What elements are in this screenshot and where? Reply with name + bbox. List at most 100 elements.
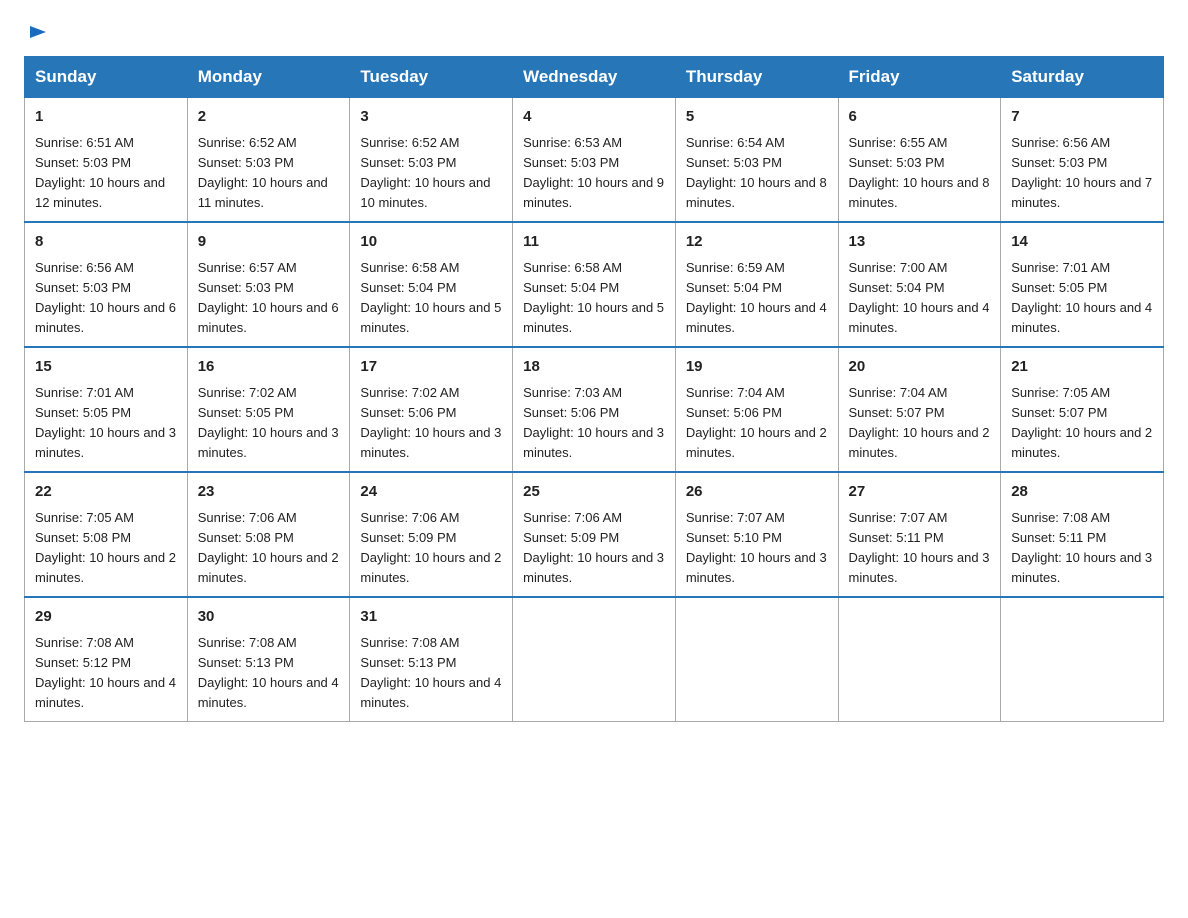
calendar-cell: 3 Sunrise: 6:52 AMSunset: 5:03 PMDaylight… — [350, 98, 513, 223]
calendar-cell: 12 Sunrise: 6:59 AMSunset: 5:04 PMDayligh… — [675, 222, 838, 347]
day-info: Sunrise: 6:58 AMSunset: 5:04 PMDaylight:… — [523, 258, 665, 339]
day-number: 2 — [198, 106, 340, 129]
calendar-cell: 7Sunrise: 6:56 AMSunset: 5:03 PMDaylight… — [1001, 98, 1164, 223]
day-info: Sunrise: 7:07 AMSunset: 5:10 PMDaylight:… — [686, 508, 828, 589]
day-number: 15 — [35, 356, 177, 379]
day-number: 9 — [198, 231, 340, 254]
weekday-header-tuesday: Tuesday — [350, 57, 513, 98]
calendar-cell: 23Sunrise: 7:06 AMSunset: 5:08 PMDayligh… — [187, 472, 350, 597]
day-number: 3 — [360, 106, 502, 129]
day-number: 5 — [686, 106, 828, 129]
day-info: Sunrise: 7:08 AMSunset: 5:12 PMDaylight:… — [35, 633, 177, 714]
calendar-cell: 31 Sunrise: 7:08 AMSunset: 5:13 PMDayligh… — [350, 597, 513, 722]
day-info: Sunrise: 7:02 AMSunset: 5:06 PMDaylight:… — [360, 383, 502, 464]
calendar-cell: 30 Sunrise: 7:08 AMSunset: 5:13 PMDayligh… — [187, 597, 350, 722]
weekday-header-thursday: Thursday — [675, 57, 838, 98]
day-info: Sunrise: 7:04 AMSunset: 5:07 PMDaylight:… — [849, 383, 991, 464]
day-info: Sunrise: 6:54 AMSunset: 5:03 PMDaylight:… — [686, 133, 828, 214]
day-number: 14 — [1011, 231, 1153, 254]
calendar-cell: 15 Sunrise: 7:01 AMSunset: 5:05 PMDayligh… — [25, 347, 188, 472]
day-number: 21 — [1011, 356, 1153, 379]
day-number: 7 — [1011, 106, 1153, 129]
weekday-header-wednesday: Wednesday — [513, 57, 676, 98]
day-number: 1 — [35, 106, 177, 129]
day-info: Sunrise: 7:04 AMSunset: 5:06 PMDaylight:… — [686, 383, 828, 464]
weekday-header-saturday: Saturday — [1001, 57, 1164, 98]
calendar-cell: 27 Sunrise: 7:07 AMSunset: 5:11 PMDayligh… — [838, 472, 1001, 597]
calendar-cell — [838, 597, 1001, 722]
day-info: Sunrise: 7:07 AMSunset: 5:11 PMDaylight:… — [849, 508, 991, 589]
calendar-cell: 9 Sunrise: 6:57 AMSunset: 5:03 PMDaylight… — [187, 222, 350, 347]
day-number: 22 — [35, 481, 177, 504]
day-number: 10 — [360, 231, 502, 254]
day-info: Sunrise: 7:08 AMSunset: 5:13 PMDaylight:… — [198, 633, 340, 714]
day-info: Sunrise: 7:08 AMSunset: 5:11 PMDaylight:… — [1011, 508, 1153, 589]
calendar-cell: 4Sunrise: 6:53 AMSunset: 5:03 PMDaylight… — [513, 98, 676, 223]
logo-flag-icon — [26, 24, 48, 46]
calendar-table: SundayMondayTuesdayWednesdayThursdayFrid… — [24, 56, 1164, 722]
calendar-cell — [513, 597, 676, 722]
calendar-cell: 25 Sunrise: 7:06 AMSunset: 5:09 PMDayligh… — [513, 472, 676, 597]
day-info: Sunrise: 7:00 AMSunset: 5:04 PMDaylight:… — [849, 258, 991, 339]
calendar-cell: 24 Sunrise: 7:06 AMSunset: 5:09 PMDayligh… — [350, 472, 513, 597]
calendar-week-4: 22Sunrise: 7:05 AMSunset: 5:08 PMDayligh… — [25, 472, 1164, 597]
day-info: Sunrise: 7:05 AMSunset: 5:07 PMDaylight:… — [1011, 383, 1153, 464]
calendar-cell: 26 Sunrise: 7:07 AMSunset: 5:10 PMDayligh… — [675, 472, 838, 597]
day-number: 16 — [198, 356, 340, 379]
calendar-cell: 8 Sunrise: 6:56 AMSunset: 5:03 PMDaylight… — [25, 222, 188, 347]
weekday-header-friday: Friday — [838, 57, 1001, 98]
day-info: Sunrise: 7:06 AMSunset: 5:09 PMDaylight:… — [360, 508, 502, 589]
weekday-header-sunday: Sunday — [25, 57, 188, 98]
day-info: Sunrise: 7:06 AMSunset: 5:08 PMDaylight:… — [198, 508, 340, 589]
page-header — [24, 24, 1164, 46]
day-number: 8 — [35, 231, 177, 254]
calendar-cell: 13 Sunrise: 7:00 AMSunset: 5:04 PMDayligh… — [838, 222, 1001, 347]
day-info: Sunrise: 6:53 AMSunset: 5:03 PMDaylight:… — [523, 133, 665, 214]
day-info: Sunrise: 7:06 AMSunset: 5:09 PMDaylight:… — [523, 508, 665, 589]
calendar-week-3: 15 Sunrise: 7:01 AMSunset: 5:05 PMDayligh… — [25, 347, 1164, 472]
day-number: 12 — [686, 231, 828, 254]
day-info: Sunrise: 6:57 AMSunset: 5:03 PMDaylight:… — [198, 258, 340, 339]
day-info: Sunrise: 7:08 AMSunset: 5:13 PMDaylight:… — [360, 633, 502, 714]
day-number: 29 — [35, 606, 177, 629]
calendar-cell — [675, 597, 838, 722]
calendar-week-1: 1 Sunrise: 6:51 AMSunset: 5:03 PMDaylight… — [25, 98, 1164, 223]
day-number: 28 — [1011, 481, 1153, 504]
day-info: Sunrise: 6:52 AMSunset: 5:03 PMDaylight:… — [198, 133, 340, 214]
day-number: 6 — [849, 106, 991, 129]
day-number: 25 — [523, 481, 665, 504]
day-number: 30 — [198, 606, 340, 629]
day-info: Sunrise: 6:59 AMSunset: 5:04 PMDaylight:… — [686, 258, 828, 339]
day-number: 26 — [686, 481, 828, 504]
calendar-cell: 1 Sunrise: 6:51 AMSunset: 5:03 PMDaylight… — [25, 98, 188, 223]
calendar-cell: 21 Sunrise: 7:05 AMSunset: 5:07 PMDayligh… — [1001, 347, 1164, 472]
day-info: Sunrise: 6:52 AMSunset: 5:03 PMDaylight:… — [360, 133, 502, 214]
calendar-week-2: 8 Sunrise: 6:56 AMSunset: 5:03 PMDaylight… — [25, 222, 1164, 347]
calendar-cell: 22Sunrise: 7:05 AMSunset: 5:08 PMDayligh… — [25, 472, 188, 597]
calendar-cell: 16 Sunrise: 7:02 AMSunset: 5:05 PMDayligh… — [187, 347, 350, 472]
day-number: 17 — [360, 356, 502, 379]
calendar-cell: 11 Sunrise: 6:58 AMSunset: 5:04 PMDayligh… — [513, 222, 676, 347]
day-number: 13 — [849, 231, 991, 254]
calendar-cell: 18Sunrise: 7:03 AMSunset: 5:06 PMDayligh… — [513, 347, 676, 472]
day-number: 27 — [849, 481, 991, 504]
weekday-header-monday: Monday — [187, 57, 350, 98]
day-info: Sunrise: 6:56 AMSunset: 5:03 PMDaylight:… — [35, 258, 177, 339]
day-number: 18 — [523, 356, 665, 379]
calendar-cell: 29 Sunrise: 7:08 AMSunset: 5:12 PMDayligh… — [25, 597, 188, 722]
calendar-cell: 14 Sunrise: 7:01 AMSunset: 5:05 PMDayligh… — [1001, 222, 1164, 347]
day-info: Sunrise: 6:58 AMSunset: 5:04 PMDaylight:… — [360, 258, 502, 339]
day-number: 24 — [360, 481, 502, 504]
calendar-week-5: 29 Sunrise: 7:08 AMSunset: 5:12 PMDayligh… — [25, 597, 1164, 722]
day-number: 31 — [360, 606, 502, 629]
day-number: 11 — [523, 231, 665, 254]
calendar-cell: 5 Sunrise: 6:54 AMSunset: 5:03 PMDaylight… — [675, 98, 838, 223]
day-info: Sunrise: 7:01 AMSunset: 5:05 PMDaylight:… — [35, 383, 177, 464]
calendar-cell: 6Sunrise: 6:55 AMSunset: 5:03 PMDaylight… — [838, 98, 1001, 223]
day-info: Sunrise: 7:01 AMSunset: 5:05 PMDaylight:… — [1011, 258, 1153, 339]
weekday-header-row: SundayMondayTuesdayWednesdayThursdayFrid… — [25, 57, 1164, 98]
day-info: Sunrise: 7:02 AMSunset: 5:05 PMDaylight:… — [198, 383, 340, 464]
day-info: Sunrise: 6:51 AMSunset: 5:03 PMDaylight:… — [35, 133, 177, 214]
day-number: 19 — [686, 356, 828, 379]
logo — [24, 24, 48, 46]
